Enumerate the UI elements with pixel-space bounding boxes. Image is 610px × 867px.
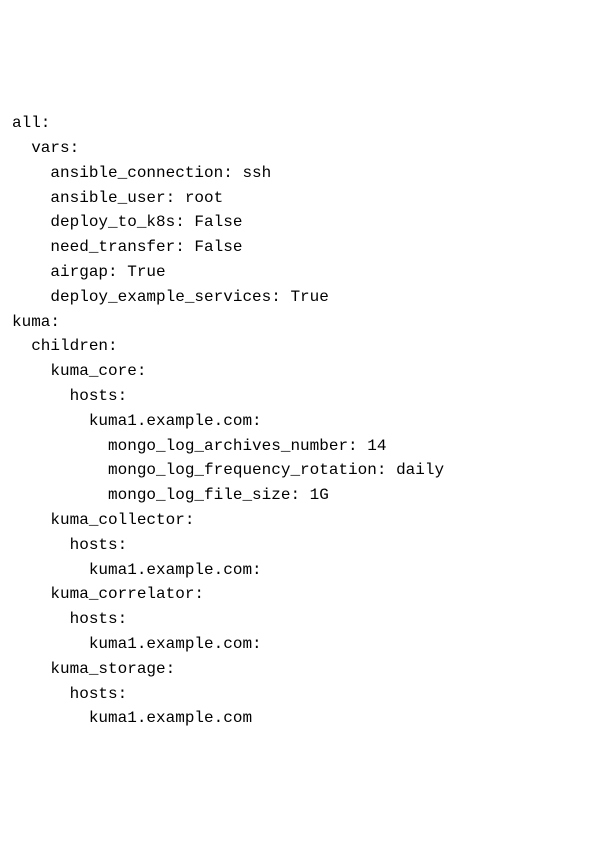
yaml-config: all: vars: ansible_connection: ssh ansib… <box>12 111 598 731</box>
